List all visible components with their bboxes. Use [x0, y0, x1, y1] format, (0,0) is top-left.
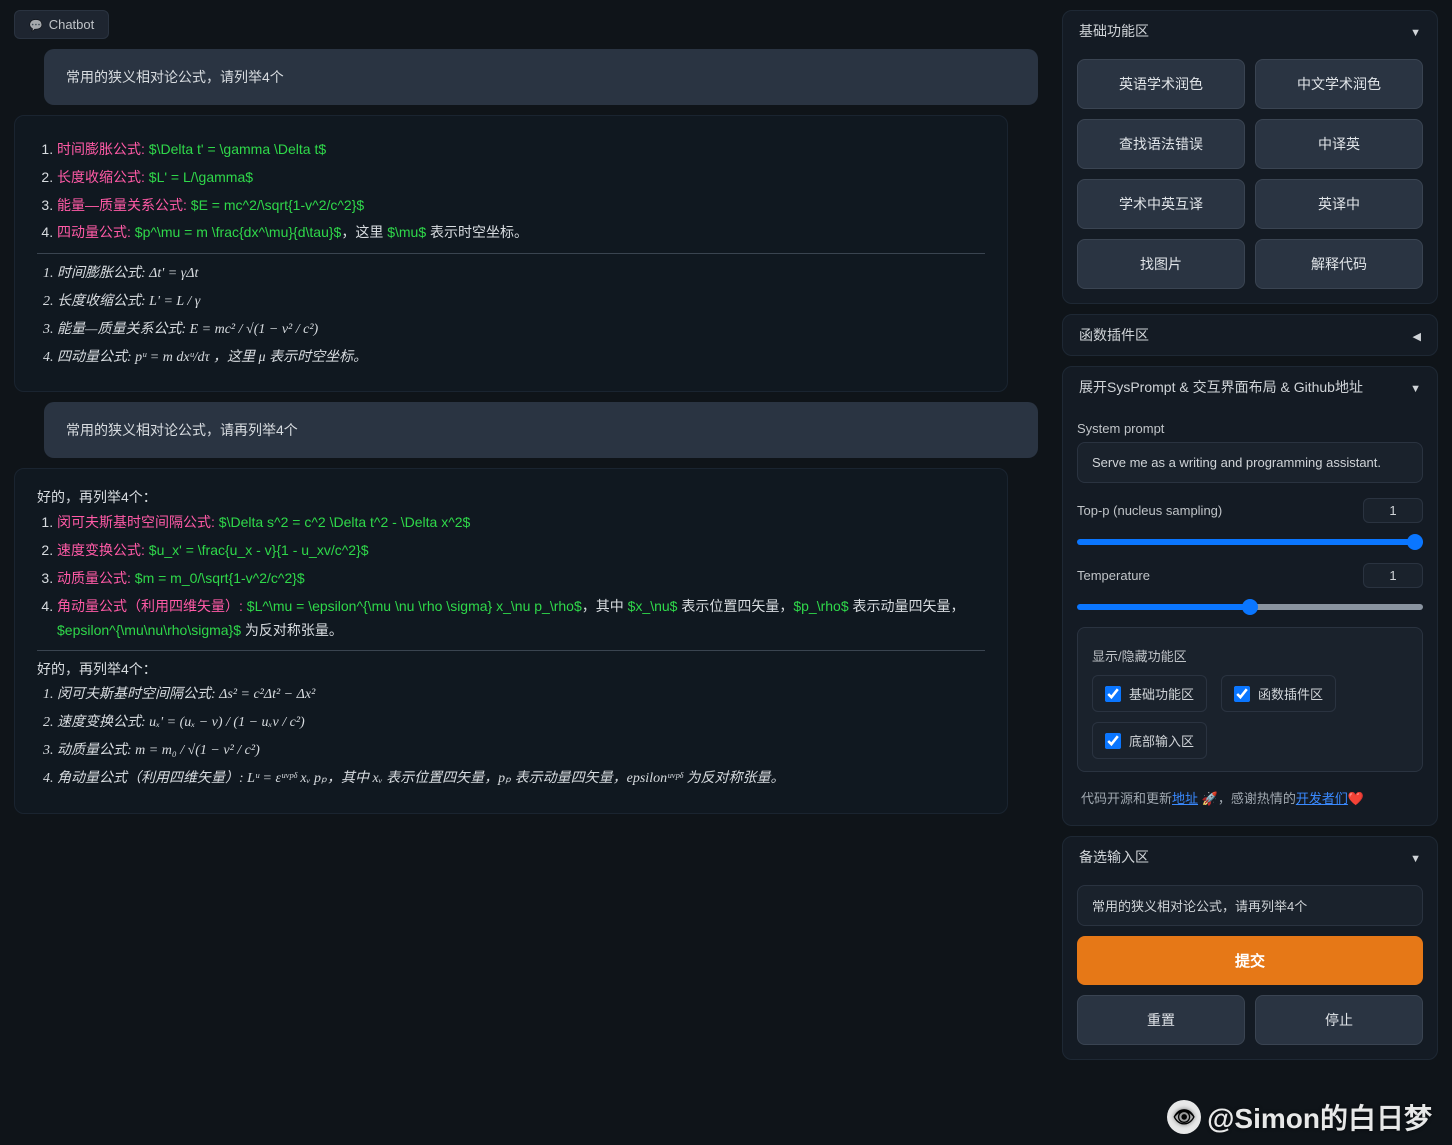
- btn-en-to-zh[interactable]: 英译中: [1255, 179, 1423, 229]
- bot1-raw-list: 时间膨胀公式: $\Delta t' = \gamma \Delta t$ 长度…: [37, 138, 985, 245]
- plugin-panel: 函数插件区: [1062, 314, 1438, 356]
- alt-input-title: 备选输入区: [1079, 847, 1149, 867]
- btn-chinese-polish[interactable]: 中文学术润色: [1255, 59, 1423, 109]
- temperature-slider[interactable]: [1077, 604, 1423, 610]
- user-message-1: 常用的狭义相对论公式，请列举4个: [44, 49, 1038, 105]
- chevron-down-icon: [1410, 849, 1421, 865]
- check-plugin-box[interactable]: [1234, 686, 1250, 702]
- credits-devs-link[interactable]: 开发者们: [1296, 791, 1348, 806]
- credits-repo-link[interactable]: 地址: [1172, 791, 1198, 806]
- user-message-2-text: 常用的狭义相对论公式，请再列举4个: [66, 422, 298, 438]
- system-prompt-input[interactable]: Serve me as a writing and programming as…: [1077, 442, 1423, 483]
- temperature-value[interactable]: 1: [1363, 563, 1423, 588]
- user-message-1-text: 常用的狭义相对论公式，请列举4个: [66, 69, 284, 85]
- chevron-left-icon: [1413, 327, 1421, 343]
- submit-button[interactable]: 提交: [1077, 936, 1423, 985]
- bot2-lead2: 好的，再列举4个：: [37, 659, 985, 679]
- bot-message-2: 好的，再列举4个： 闵可夫斯基时空间隔公式: $\Delta s^2 = c^2…: [14, 468, 1008, 813]
- btn-explain-code[interactable]: 解释代码: [1255, 239, 1423, 289]
- alt-input-panel: 备选输入区 提交 重置 停止: [1062, 836, 1438, 1060]
- heart-icon: ❤️: [1348, 791, 1364, 806]
- toggle-area-label: 显示/隐藏功能区: [1092, 646, 1408, 665]
- top-p-value[interactable]: 1: [1363, 498, 1423, 523]
- tab-chatbot[interactable]: Chatbot: [14, 10, 109, 39]
- btn-academic-bi[interactable]: 学术中英互译: [1077, 179, 1245, 229]
- basic-function-panel: 基础功能区 英语学术润色 中文学术润色 查找语法错误 中译英 学术中英互译 英译…: [1062, 10, 1438, 304]
- btn-english-polish[interactable]: 英语学术润色: [1077, 59, 1245, 109]
- check-basic[interactable]: 基础功能区: [1092, 675, 1207, 712]
- check-bottom-input[interactable]: 底部输入区: [1092, 722, 1207, 759]
- user-message-2: 常用的狭义相对论公式，请再列举4个: [44, 402, 1038, 458]
- chevron-down-icon: [1410, 379, 1421, 395]
- stop-button[interactable]: 停止: [1255, 995, 1423, 1045]
- reset-button[interactable]: 重置: [1077, 995, 1245, 1045]
- bot2-raw-list: 闵可夫斯基时空间隔公式: $\Delta s^2 = c^2 \Delta t^…: [37, 511, 985, 642]
- sysprompt-panel: 展开SysPrompt & 交互界面布局 & Github地址 System p…: [1062, 366, 1438, 826]
- bot2-lead: 好的，再列举4个：: [37, 487, 985, 507]
- basic-function-title: 基础功能区: [1079, 21, 1149, 41]
- top-p-slider[interactable]: [1077, 539, 1423, 545]
- bot-message-1: 时间膨胀公式: $\Delta t' = \gamma \Delta t$ 长度…: [14, 115, 1008, 392]
- check-plugin[interactable]: 函数插件区: [1221, 675, 1336, 712]
- chevron-down-icon: [1410, 23, 1421, 39]
- check-basic-box[interactable]: [1105, 686, 1121, 702]
- system-prompt-label: System prompt: [1077, 421, 1423, 436]
- alt-input-header[interactable]: 备选输入区: [1063, 837, 1437, 877]
- btn-zh-to-en[interactable]: 中译英: [1255, 119, 1423, 169]
- top-p-label: Top-p (nucleus sampling): [1077, 503, 1222, 518]
- rocket-icon: 🚀: [1202, 791, 1218, 806]
- alt-input-field[interactable]: [1077, 885, 1423, 926]
- btn-grammar-check[interactable]: 查找语法错误: [1077, 119, 1245, 169]
- temperature-label: Temperature: [1077, 568, 1150, 583]
- credits-line: 代码开源和更新地址 🚀，感谢热情的开发者们❤️: [1077, 784, 1423, 811]
- bot2-rendered-list: 闵可夫斯基时空间隔公式: Δs² = c²Δt² − Δx² 速度变换公式: u…: [37, 683, 985, 790]
- chat-icon: [29, 17, 43, 32]
- tab-label: Chatbot: [49, 17, 95, 32]
- basic-function-header[interactable]: 基础功能区: [1063, 11, 1437, 51]
- bot1-rendered-list: 时间膨胀公式: Δt' = γΔt 长度收缩公式: L' = L / γ 能量—…: [37, 262, 985, 369]
- sysprompt-header[interactable]: 展开SysPrompt & 交互界面布局 & Github地址: [1063, 367, 1437, 407]
- sysprompt-title: 展开SysPrompt & 交互界面布局 & Github地址: [1079, 377, 1363, 397]
- plugin-panel-header[interactable]: 函数插件区: [1063, 315, 1437, 355]
- toggle-area: 显示/隐藏功能区 基础功能区 函数插件区 底部输入区: [1077, 627, 1423, 772]
- btn-find-image[interactable]: 找图片: [1077, 239, 1245, 289]
- plugin-panel-title: 函数插件区: [1079, 325, 1149, 345]
- check-bottom-input-box[interactable]: [1105, 733, 1121, 749]
